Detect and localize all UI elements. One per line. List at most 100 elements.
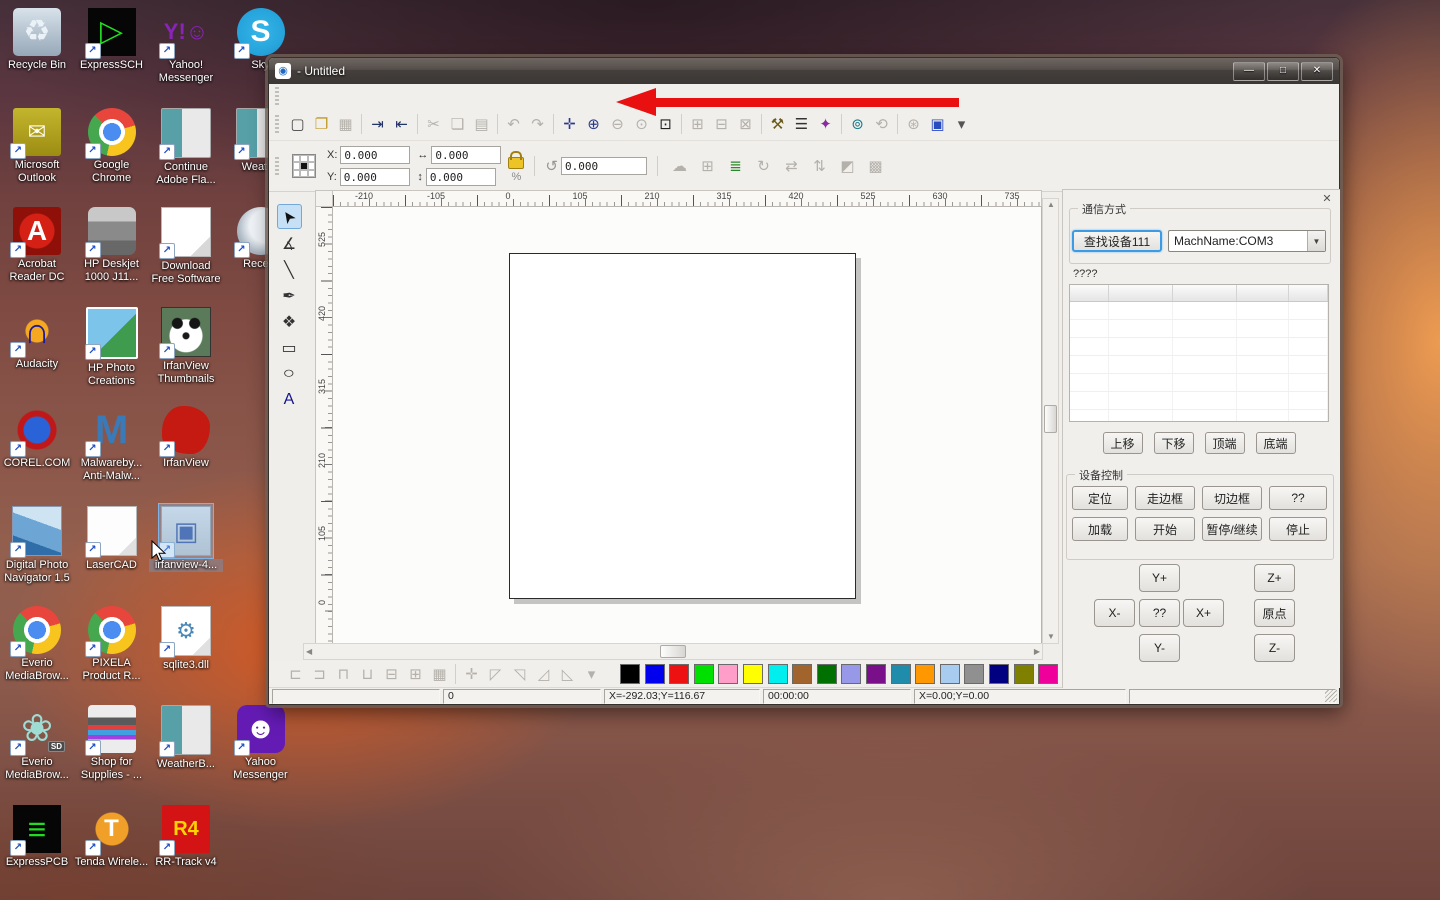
machine-select[interactable]: MachName:COM3 ▼ [1168,230,1326,252]
control-button-row1-4[interactable]: ?? [1269,486,1327,510]
desktop-icon-yahoo-messenger[interactable]: ☻↗Yahoo Messenger [224,705,298,782]
color-swatch-10[interactable] [841,664,861,684]
desktop-icon-corel-com[interactable]: ↗COREL.COM [0,406,74,470]
vertical-scrollbar[interactable]: ▲ ▼ [1042,198,1059,644]
color-swatch-16[interactable] [989,664,1009,684]
control-button-row1-2[interactable]: 走边框 [1135,486,1195,510]
new-file-button[interactable]: ▢ [286,113,309,136]
desktop-icon-acrobat-reader-dc[interactable]: A↗Acrobat Reader DC [0,207,74,284]
color-swatch-6[interactable] [743,664,763,684]
scroll-left-icon[interactable]: ◀ [306,648,312,656]
desktop-icon-hp-deskjet[interactable]: ↗HP Deskjet 1000 J11... [75,207,149,284]
desktop-icon-digital-photo-navigator[interactable]: ↗Digital Photo Navigator 1.5 [0,506,74,585]
color-swatch-17[interactable] [1014,664,1034,684]
open-file-button[interactable]: ❐ [310,113,333,136]
jog-y-minus-button[interactable]: Y- [1139,634,1180,662]
jog-center-button[interactable]: ?? [1139,599,1180,627]
color-swatch-2[interactable] [645,664,665,684]
table-row[interactable] [1070,302,1328,320]
jog-z-minus-button[interactable]: Z- [1254,634,1295,662]
desktop-icon-download-free-software[interactable]: ↗Download Free Software [149,207,223,286]
color-swatch-3[interactable] [669,664,689,684]
pick-wand-button[interactable]: ✦ [814,113,837,136]
find-device-button[interactable]: 查找设备111 [1072,230,1162,252]
jog-x-plus-button[interactable]: X+ [1183,599,1224,627]
color-swatch-12[interactable] [891,664,911,684]
control-button-row2-2[interactable]: 开始 [1135,517,1195,541]
text-tool[interactable]: A [278,388,301,411]
height-field[interactable] [426,168,496,186]
desktop-icon-hp-photo-creations[interactable]: ↗HP Photo Creations [75,307,149,388]
desktop-icon-expresssch[interactable]: ▷↗ExpressSCH [75,8,149,72]
desktop-icon-recycle-bin[interactable]: ♻Recycle Bin [0,8,74,72]
control-button-row1-1[interactable]: 定位 [1072,486,1128,510]
drawing-canvas[interactable] [332,206,1042,645]
color-swatch-8[interactable] [792,664,812,684]
close-button[interactable]: ✕ [1301,62,1333,81]
color-swatch-9[interactable] [817,664,837,684]
layers-button[interactable]: ≣ [724,155,747,178]
color-swatch-11[interactable] [866,664,886,684]
desktop-icon-weatherbug[interactable]: ↗WeatherB... [149,705,223,771]
desktop-icon-microsoft-outlook[interactable]: ✉↗Microsoft Outlook [0,108,74,185]
horizontal-scroll-thumb[interactable] [660,645,686,658]
desktop-icon-everio-mediabrowser-sd[interactable]: ❀↗SDEverio MediaBrow... [0,705,74,782]
anchor-grid[interactable] [292,154,316,178]
desktop-icon-continue-adobe-flash[interactable]: ↗Continue Adobe Fla... [149,108,223,187]
cut-list-button[interactable]: ☰ [790,113,813,136]
color-swatch-15[interactable] [964,664,984,684]
node-edit-button[interactable]: ⊚ [846,113,869,136]
panel-close-icon[interactable]: ✕ [1320,193,1334,206]
order-button-3[interactable]: 顶端 [1205,432,1245,454]
table-row[interactable] [1070,374,1328,392]
select-tool[interactable]: ➤ [277,204,302,229]
preview-monitor-button[interactable]: ▣ [926,113,949,136]
titlebar[interactable]: ◉ - Untitled — □ ✕ [269,58,1339,84]
scroll-down-icon[interactable]: ▼ [1047,633,1055,641]
origin-button[interactable]: 原点 [1254,599,1295,627]
maximize-button[interactable]: □ [1267,62,1299,81]
line-tool[interactable]: ╲ [278,258,301,281]
hammer-tool-button[interactable]: ⚒ [766,113,789,136]
canvas-page[interactable] [509,253,856,599]
rectangle-tool[interactable]: ▭ [278,336,301,359]
vertical-scroll-thumb[interactable] [1044,405,1057,433]
export-button[interactable]: ⇤ [390,113,413,136]
control-button-row2-1[interactable]: 加载 [1072,517,1128,541]
desktop-icon-sqlite3-dll[interactable]: ⚙↗sqlite3.dll [149,606,223,672]
chevron-down-icon[interactable]: ▼ [1307,231,1325,251]
desktop-icon-expresspcb[interactable]: ≡↗ExpressPCB [0,805,74,869]
desktop-icon-irfanview[interactable]: ↗IrfanView [149,406,223,470]
desktop-icon-lasercad[interactable]: ↗LaserCAD [75,506,149,572]
rotate-field[interactable] [561,157,647,175]
color-swatch-7[interactable] [768,664,788,684]
lock-aspect-icon[interactable] [508,157,524,169]
desktop-icon-audacity[interactable]: ∩↗Audacity [0,307,74,371]
table-row[interactable] [1070,356,1328,374]
ellipse-tool[interactable]: ○ [278,362,301,385]
scroll-right-icon[interactable]: ▶ [1034,648,1040,656]
desktop-icon-pixela-product[interactable]: ↗PIXELA Product R... [75,606,149,683]
import-button[interactable]: ⇥ [366,113,389,136]
order-button-1[interactable]: 上移 [1103,432,1143,454]
control-button-row1-3[interactable]: 切边框 [1202,486,1262,510]
desktop-icon-rr-track[interactable]: R4↗RR-Track v4 [149,805,223,869]
order-button-2[interactable]: 下移 [1154,432,1194,454]
task-list-table[interactable] [1069,284,1329,422]
color-swatch-4[interactable] [694,664,714,684]
desktop-icon-everio-mediabrowser[interactable]: ↗Everio MediaBrow... [0,606,74,683]
table-row[interactable] [1070,338,1328,356]
width-field[interactable] [431,146,501,164]
color-swatch-14[interactable] [940,664,960,684]
jog-z-plus-button[interactable]: Z+ [1254,564,1295,592]
color-swatch-13[interactable] [915,664,935,684]
toolbar-overflow-button[interactable]: ▾ [950,113,973,136]
x-position-field[interactable] [340,146,410,164]
table-row[interactable] [1070,320,1328,338]
zoom-page-button[interactable]: ⊡ [654,113,677,136]
desktop-icon-yahoo-messenger-classic[interactable]: Y!☺↗Yahoo! Messenger [149,8,223,85]
resize-grip[interactable] [1325,690,1337,702]
bezier-node-tool[interactable]: ❖ [278,310,301,333]
color-swatch-5[interactable] [718,664,738,684]
control-button-row2-4[interactable]: 停止 [1269,517,1327,541]
